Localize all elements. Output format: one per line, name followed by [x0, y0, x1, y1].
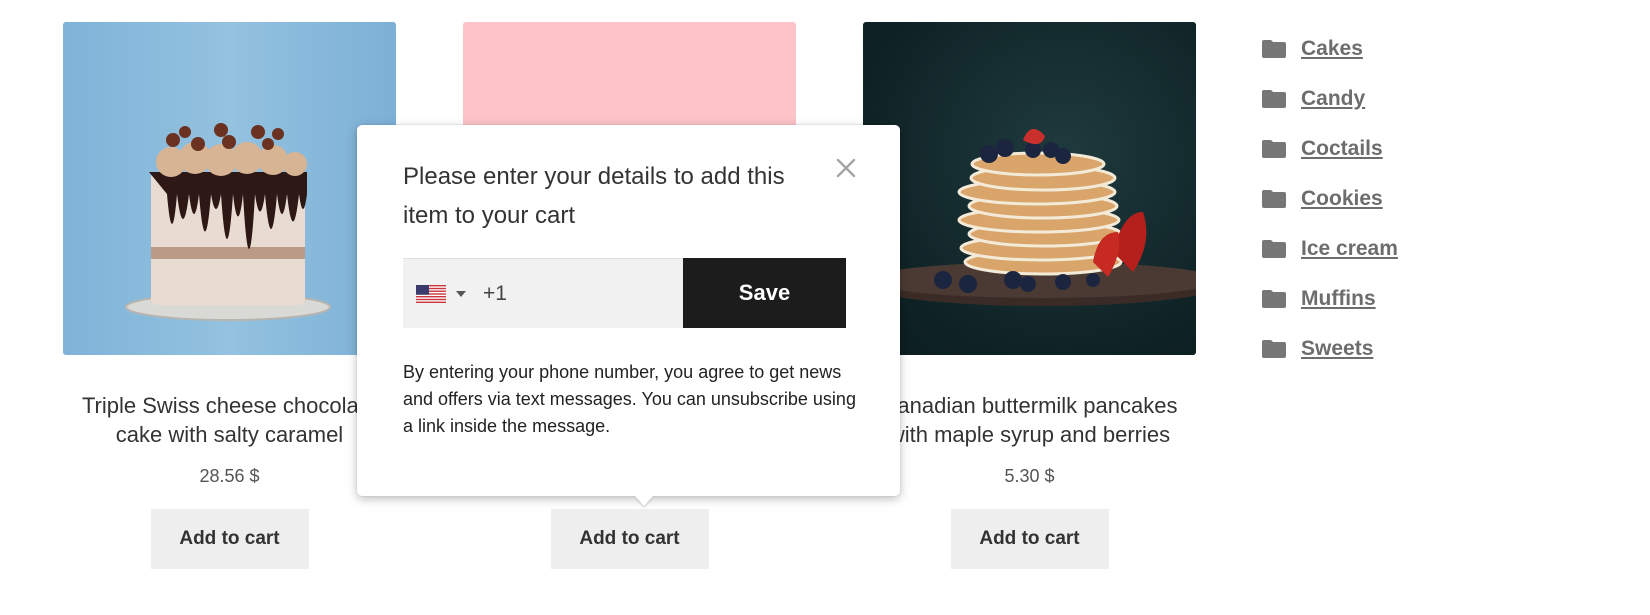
close-icon[interactable] [835, 157, 857, 179]
category-item: Sweets [1262, 324, 1398, 374]
phone-input[interactable] [481, 280, 665, 307]
folder-icon [1262, 340, 1286, 358]
save-button[interactable]: Save [683, 258, 846, 328]
product-image-pancakes[interactable] [863, 22, 1196, 355]
category-item: Ice cream [1262, 224, 1398, 274]
consent-text: By entering your phone number, you agree… [403, 362, 856, 436]
phone-field [403, 258, 683, 328]
us-flag-icon[interactable] [416, 284, 446, 303]
popup-heading: Please enter your details to add this it… [403, 163, 785, 229]
folder-icon [1262, 40, 1286, 58]
popup-pointer [635, 496, 653, 506]
product-price: 28.56 $ [199, 466, 260, 486]
folder-icon [1262, 190, 1286, 208]
add-to-cart-button[interactable]: Add to cart [950, 509, 1109, 569]
category-link-muffins[interactable]: Muffins [1301, 287, 1376, 311]
folder-icon [1262, 290, 1286, 308]
category-link-coctails[interactable]: Coctails [1301, 137, 1383, 161]
add-to-cart-button[interactable]: Add to cart [550, 509, 709, 569]
pancake-illustration [863, 128, 1196, 306]
category-link-candy[interactable]: Candy [1301, 87, 1365, 111]
add-to-cart-popup: Please enter your details to add this it… [357, 125, 900, 506]
category-item: Muffins [1262, 274, 1398, 324]
folder-icon [1262, 240, 1286, 258]
product-image-chocolate-cake[interactable] [63, 22, 396, 355]
category-item: Coctails [1262, 124, 1398, 174]
category-item: Cakes [1262, 24, 1398, 74]
product-card: Triple Swiss cheese chocolate cake with … [63, 22, 396, 569]
category-list: Cakes Candy Coctails Cookies Ice cream M… [1262, 24, 1398, 374]
product-card: Canadian buttermilk pancakes with maple … [863, 22, 1196, 569]
folder-icon [1262, 90, 1286, 108]
category-link-sweets[interactable]: Sweets [1301, 337, 1373, 361]
category-link-cookies[interactable]: Cookies [1301, 187, 1383, 211]
country-dropdown-caret-icon[interactable] [456, 290, 466, 297]
cake-illustration [125, 123, 331, 321]
add-to-cart-button[interactable]: Add to cart [150, 509, 309, 569]
folder-icon [1262, 140, 1286, 158]
product-title[interactable]: Triple Swiss cheese chocolate cake with … [63, 391, 396, 449]
category-link-cakes[interactable]: Cakes [1301, 37, 1363, 61]
category-item: Cookies [1262, 174, 1398, 224]
product-title[interactable]: Canadian buttermilk pancakes with maple … [863, 391, 1196, 449]
product-price: 5.30 $ [1004, 466, 1055, 486]
category-item: Candy [1262, 74, 1398, 124]
category-link-ice-cream[interactable]: Ice cream [1301, 237, 1398, 261]
